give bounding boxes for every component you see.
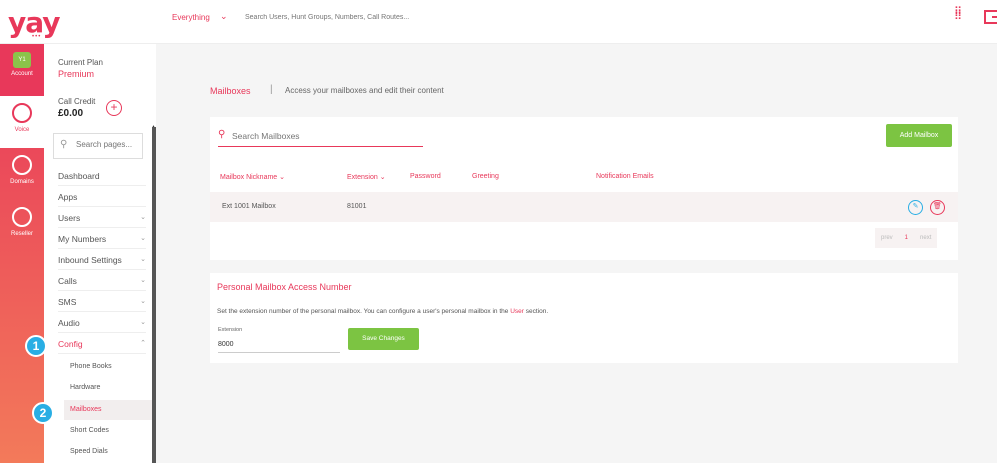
nav-label: Inbound Settings xyxy=(58,255,122,265)
voice-icon xyxy=(12,103,32,123)
search-icon: ⚲ xyxy=(60,139,68,150)
add-mailbox-button[interactable]: Add Mailbox xyxy=(886,124,952,147)
rail-item-reseller[interactable]: Reseller xyxy=(0,200,44,252)
plan-value: Premium xyxy=(58,69,95,79)
nav-sub-speed-dials[interactable]: Speed Dials xyxy=(70,442,150,462)
mailboxes-card: ⚲ Add Mailbox Mailbox Nickname ⌄ Extensi… xyxy=(210,117,958,260)
nav-label: Audio xyxy=(58,318,80,328)
nav-apps[interactable]: Apps xyxy=(58,186,146,207)
plan-label: Current Plan xyxy=(58,58,103,67)
pagination: prev 1 next xyxy=(875,228,938,248)
nav-inbound-settings[interactable]: Inbound Settings ⌄ xyxy=(58,249,146,270)
chevron-down-icon: ⌄ xyxy=(140,256,146,263)
mailbox-search[interactable]: ⚲ xyxy=(218,127,423,147)
column-header-greeting: Greeting xyxy=(472,173,499,180)
rail-item-label: Account xyxy=(11,71,33,77)
nav-label: My Numbers xyxy=(58,234,107,244)
logo-dots: ••• xyxy=(32,34,42,40)
pager-next[interactable]: next xyxy=(914,228,938,248)
nav-my-numbers[interactable]: My Numbers ⌄ xyxy=(58,228,146,249)
nav-sub-mailboxes[interactable]: Mailboxes xyxy=(64,400,152,420)
user-link[interactable]: User xyxy=(510,308,524,315)
column-header-notification-emails: Notification Emails xyxy=(596,173,654,180)
nav-label: Calls xyxy=(58,276,77,286)
chevron-up-icon: ⌃ xyxy=(140,340,146,347)
step-badge-2: 2 xyxy=(32,402,54,424)
nav-sms[interactable]: SMS ⌄ xyxy=(58,291,146,312)
rail-item-domains[interactable]: Domains xyxy=(0,148,44,200)
save-changes-button[interactable]: Save Changes xyxy=(348,328,419,350)
table-row[interactable]: Ext 1001 Mailbox 81001 ✎ 🗑 xyxy=(210,192,958,222)
rail-item-account[interactable]: Y1 Account xyxy=(0,44,44,96)
nav-calls[interactable]: Calls ⌄ xyxy=(58,270,146,291)
logout-icon[interactable] xyxy=(984,10,997,24)
credit-label: Call Credit xyxy=(58,97,96,106)
rail-item-label: Voice xyxy=(14,127,30,133)
section-description: Set the extension number of the personal… xyxy=(217,308,549,315)
credit-value: £0.00 xyxy=(58,108,84,119)
cloud-icon xyxy=(12,207,32,227)
chevron-down-icon: ⌄ xyxy=(140,277,146,284)
cell-extension: 81001 xyxy=(347,203,367,210)
rail-item-label: Reseller xyxy=(10,231,33,237)
nav-audio[interactable]: Audio ⌄ xyxy=(58,312,146,333)
nav-config[interactable]: Config ⌃ xyxy=(58,333,146,354)
apps-grid-icon[interactable]: ⠿ ⠿ xyxy=(954,7,966,24)
nav-sub-short-codes[interactable]: Short Codes xyxy=(70,421,150,441)
extension-label: Extension xyxy=(218,327,243,333)
page-description: Access your mailboxes and edit their con… xyxy=(285,86,444,95)
page-search-input[interactable] xyxy=(76,140,140,149)
cell-nickname: Ext 1001 Mailbox xyxy=(222,203,276,210)
search-scope-select[interactable]: Everything xyxy=(172,13,210,22)
nav-users[interactable]: Users ⌄ xyxy=(58,207,146,228)
nav-label: Config xyxy=(58,339,83,349)
nav-label: Apps xyxy=(58,192,78,202)
chevron-down-icon: ⌄ xyxy=(140,319,146,326)
column-header-nickname[interactable]: Mailbox Nickname ⌄ xyxy=(220,173,285,181)
sidebar-scrollbar[interactable] xyxy=(152,127,156,463)
add-credit-button[interactable]: + xyxy=(106,100,122,116)
page-title: Mailboxes xyxy=(210,86,251,96)
chevron-down-icon: ⌄ xyxy=(140,235,146,242)
mailbox-search-input[interactable] xyxy=(232,131,412,141)
icon-rail: Y1 Account Voice Domains Reseller xyxy=(0,44,44,463)
section-title: Personal Mailbox Access Number xyxy=(217,282,352,292)
avatar: Y1 xyxy=(13,52,31,68)
nav-label: SMS xyxy=(58,297,77,307)
search-icon: ⚲ xyxy=(218,129,226,140)
top-bar: yay ••• Everything ⌄ ⠿⠿ xyxy=(0,0,997,44)
title-separator: | xyxy=(270,84,273,95)
pager-prev[interactable]: prev xyxy=(875,228,899,248)
chevron-down-icon: ⌄ xyxy=(140,298,146,305)
extension-input[interactable] xyxy=(218,337,340,353)
edit-pencil-icon[interactable]: ✎ xyxy=(908,200,923,215)
column-header-password: Password xyxy=(410,173,441,180)
chevron-down-icon[interactable]: ⌄ xyxy=(220,11,228,22)
globe-icon xyxy=(12,155,32,175)
pager-page[interactable]: 1 xyxy=(898,228,915,248)
sidebar: Current Plan Premium Call Credit £0.00 +… xyxy=(44,44,156,463)
rail-item-label: Domains xyxy=(10,179,34,185)
nav-label: Users xyxy=(58,213,81,223)
rail-item-voice[interactable]: Voice xyxy=(0,96,44,148)
column-header-extension[interactable]: Extension ⌄ xyxy=(347,173,386,181)
personal-mailbox-card: Personal Mailbox Access Number Set the e… xyxy=(210,273,958,363)
nav-label: Dashboard xyxy=(58,171,100,181)
chevron-down-icon: ⌄ xyxy=(140,214,146,221)
step-badge-1: 1 xyxy=(25,335,47,357)
delete-trash-icon[interactable]: 🗑 xyxy=(930,200,945,215)
page-search[interactable]: ⚲ xyxy=(53,133,143,159)
global-search-input[interactable] xyxy=(245,14,545,21)
nav-dashboard[interactable]: Dashboard xyxy=(58,165,146,186)
nav-sub-phone-books[interactable]: Phone Books xyxy=(70,357,150,377)
nav-sub-hardware[interactable]: Hardware xyxy=(70,378,150,398)
